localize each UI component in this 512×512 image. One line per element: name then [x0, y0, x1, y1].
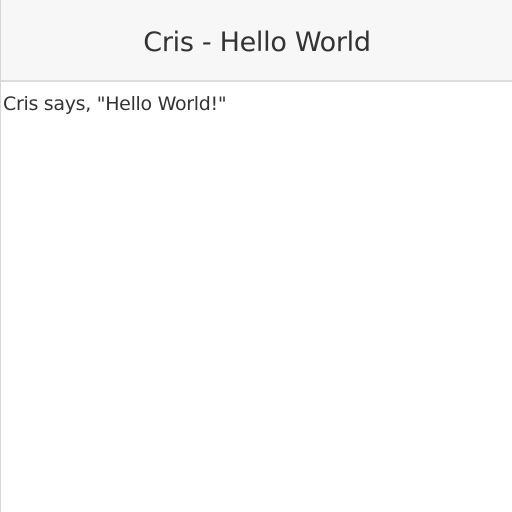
app-page: Cris - Hello World Cris says, "Hello Wor…: [0, 0, 512, 512]
page-title: Cris - Hello World: [143, 26, 371, 58]
greeting-message: Cris says, "Hello World!": [3, 93, 227, 115]
content-area: Cris says, "Hello World!": [3, 91, 512, 117]
header-bar: Cris - Hello World: [1, 0, 512, 82]
